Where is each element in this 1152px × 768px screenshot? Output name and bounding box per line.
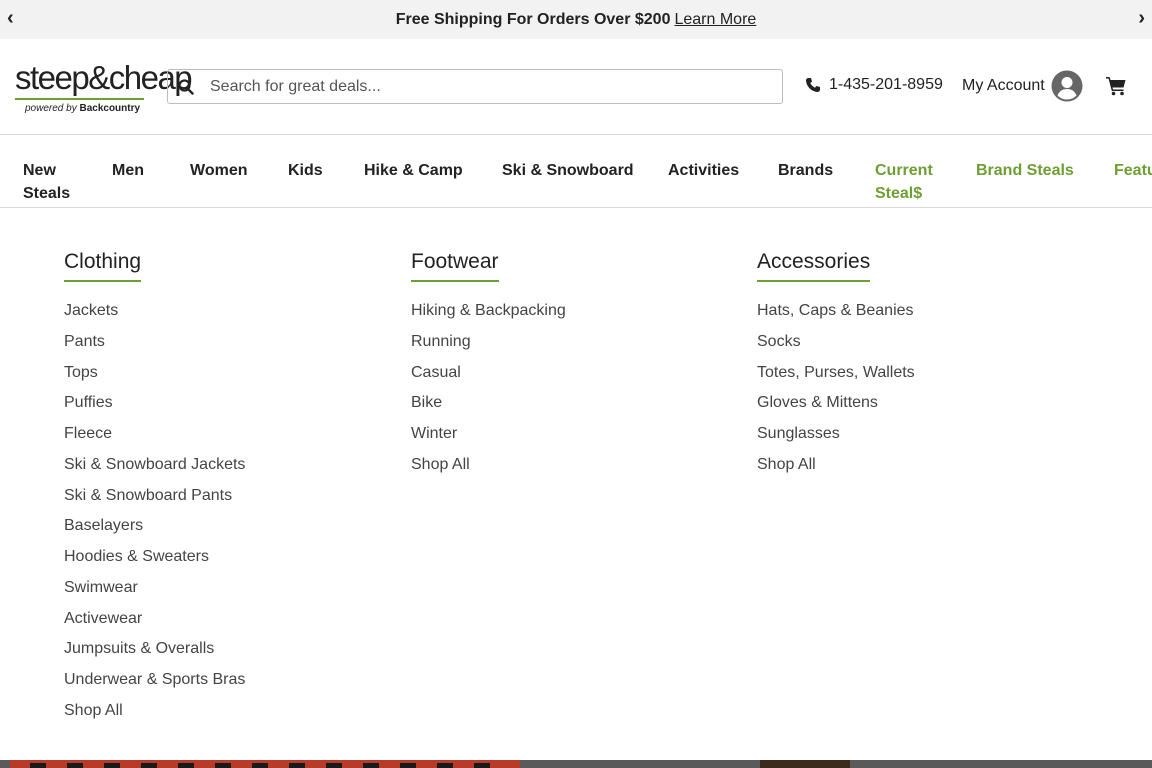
menu-link[interactable]: Hats, Caps & Beanies: [757, 300, 915, 331]
nav-men[interactable]: Men: [112, 159, 144, 182]
account-menu[interactable]: My Account: [962, 70, 1083, 102]
menu-link[interactable]: Casual: [411, 362, 566, 393]
menu-link[interactable]: Shop All: [64, 700, 245, 731]
phone-contact[interactable]: 1-435-201-8959: [805, 76, 943, 94]
mega-menu: Clothing Jackets Pants Tops Puffies Fleece Sk…: [0, 208, 1152, 760]
menu-link[interactable]: Puffies: [64, 392, 245, 423]
hero-image-pattern-dot: [104, 763, 120, 768]
nav-kids[interactable]: Kids: [288, 159, 323, 182]
menu-list-accessories: Hats, Caps & Beanies Socks Totes, Purses, …: [757, 300, 915, 485]
menu-link[interactable]: Swimwear: [64, 577, 245, 608]
chevron-left-icon[interactable]: ‹: [7, 7, 14, 30]
nav-current-steals[interactable]: Current Steal$: [875, 159, 933, 205]
hero-image-pattern-dot: [30, 763, 46, 768]
hero-image-pattern-dot: [141, 763, 157, 768]
menu-link[interactable]: Baselayers: [64, 515, 245, 546]
menu-link[interactable]: Totes, Purses, Wallets: [757, 362, 915, 393]
menu-link[interactable]: Ski & Snowboard Jackets: [64, 454, 245, 485]
menu-list-footwear: Hiking & Backpacking Running Casual Bike Win…: [411, 300, 566, 485]
hero-image-pattern-dot: [437, 763, 453, 768]
hero-image-peek: [0, 760, 1152, 768]
menu-heading-footwear[interactable]: Footwear: [411, 250, 499, 282]
search-bar[interactable]: [167, 69, 783, 104]
chevron-right-icon[interactable]: ›: [1138, 7, 1145, 30]
menu-link[interactable]: Socks: [757, 331, 915, 362]
search-icon: [178, 78, 194, 95]
nav-brand-steals[interactable]: Brand Steals: [976, 159, 1074, 182]
menu-heading-clothing[interactable]: Clothing: [64, 250, 142, 282]
main-nav: New Steals Men Women Kids Hike & Camp Ski…: [0, 135, 1152, 208]
search-input[interactable]: [208, 76, 772, 97]
hero-image-pattern-dot: [326, 763, 342, 768]
menu-column-accessories: Accessories Hats, Caps & Beanies Socks Tot…: [757, 250, 915, 485]
nav-hike-camp[interactable]: Hike & Camp: [364, 159, 463, 182]
phone-icon: [806, 78, 820, 92]
menu-link[interactable]: Bike: [411, 392, 566, 423]
logo-wordmark: steep&cheap: [15, 59, 193, 96]
menu-link[interactable]: Jackets: [64, 300, 245, 331]
logo-underline: [15, 98, 144, 100]
menu-link[interactable]: Winter: [411, 423, 566, 454]
menu-link[interactable]: Activewear: [64, 608, 245, 639]
hero-image-dark-band: [760, 760, 850, 768]
menu-list-clothing: Jackets Pants Tops Puffies Fleece Ski & Snowb…: [64, 300, 245, 731]
menu-link[interactable]: Tops: [64, 362, 245, 393]
menu-link[interactable]: Jumpsuits & Overalls: [64, 638, 245, 669]
learn-more-link[interactable]: Learn More: [674, 11, 756, 29]
menu-link[interactable]: Shop All: [757, 454, 915, 485]
menu-link[interactable]: Pants: [64, 331, 245, 362]
hero-image-pattern-dot: [215, 763, 231, 768]
hero-image-pattern-dot: [474, 763, 490, 768]
nav-new-steals-label: New Steals: [23, 162, 71, 202]
menu-link[interactable]: Hiking & Backpacking: [411, 300, 566, 331]
nav-brands[interactable]: Brands: [778, 159, 833, 182]
nav-featured[interactable]: Featu: [1114, 159, 1152, 182]
menu-link[interactable]: Underwear & Sports Bras: [64, 669, 245, 700]
account-label: My Account: [962, 77, 1045, 94]
phone-number: 1-435-201-8959: [829, 76, 943, 93]
menu-link[interactable]: Fleece: [64, 423, 245, 454]
menu-link[interactable]: Shop All: [411, 454, 566, 485]
hero-image-pattern-dot: [400, 763, 416, 768]
nav-current-steals-label: Current Steal$: [875, 162, 933, 202]
menu-link[interactable]: Hoodies & Sweaters: [64, 546, 245, 577]
hero-image-pattern-dot: [67, 763, 83, 768]
hero-image-pattern-dot: [289, 763, 305, 768]
menu-heading-accessories[interactable]: Accessories: [757, 250, 871, 282]
hero-image-pattern-dot: [178, 763, 194, 768]
shopping-cart-icon[interactable]: [1105, 75, 1127, 97]
menu-column-clothing: Clothing Jackets Pants Tops Puffies Fleece Sk…: [64, 250, 245, 731]
promo-banner: ‹ Free Shipping For Orders Over $200 Lea…: [0, 0, 1152, 39]
site-header: steep&cheap powered by Backcountry 1-435…: [0, 39, 1152, 135]
menu-link[interactable]: Sunglasses: [757, 423, 915, 454]
nav-ski-snowboard[interactable]: Ski & Snowboard: [502, 159, 634, 182]
menu-link[interactable]: Gloves & Mittens: [757, 392, 915, 423]
nav-new-steals[interactable]: New Steals: [23, 159, 70, 205]
nav-activities[interactable]: Activities: [668, 159, 739, 182]
menu-link[interactable]: Running: [411, 331, 566, 362]
promo-text: Free Shipping For Orders Over $200: [395, 10, 671, 28]
hero-image-pattern-dot: [363, 763, 379, 768]
menu-link[interactable]: Ski & Snowboard Pants: [64, 485, 245, 516]
logo[interactable]: steep&cheap powered by Backcountry: [15, 59, 193, 121]
nav-women[interactable]: Women: [190, 159, 247, 182]
menu-column-footwear: Footwear Hiking & Backpacking Running Casu…: [411, 250, 566, 485]
logo-tagline: powered by Backcountry: [25, 103, 141, 114]
user-avatar-icon: [1051, 70, 1083, 102]
hero-image-pattern-dot: [252, 763, 268, 768]
